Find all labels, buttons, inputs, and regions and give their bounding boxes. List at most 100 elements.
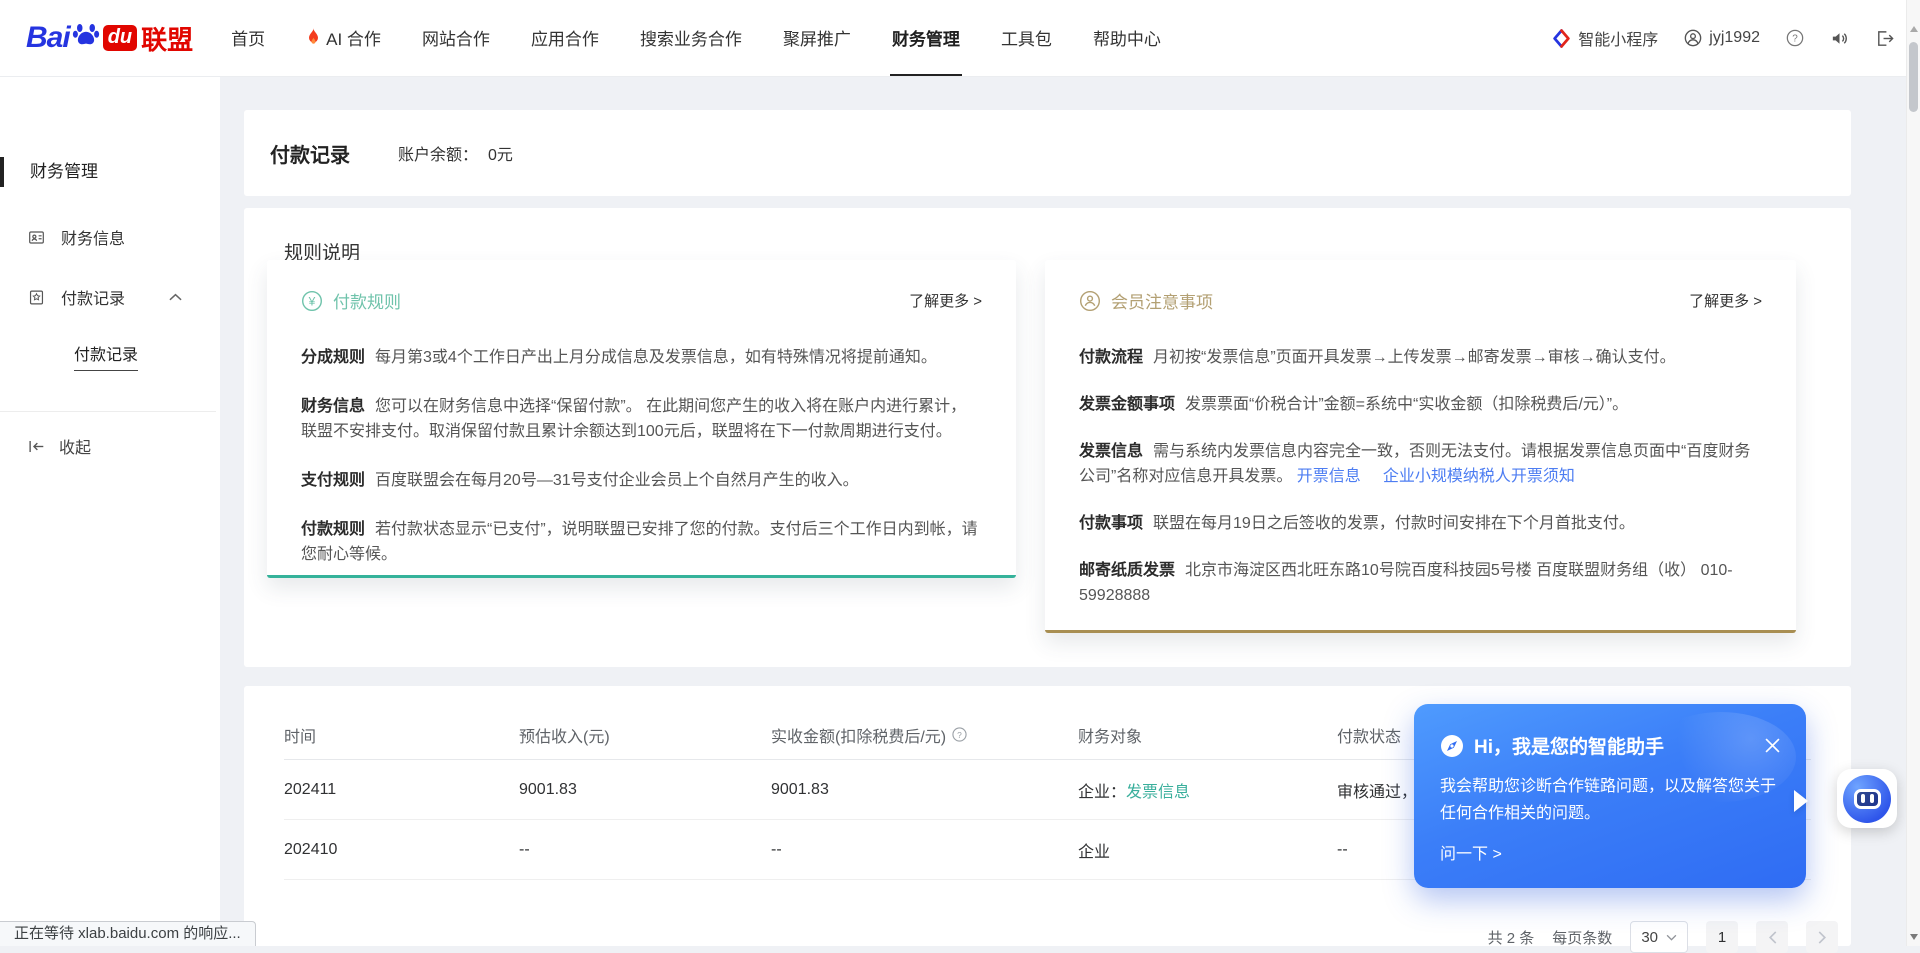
sidebar-subitem-payment-record[interactable]: 付款记录 (74, 341, 220, 365)
nav-home[interactable]: 首页 (229, 0, 267, 76)
cell-estimated: 9001.83 (519, 781, 771, 799)
popup-tail (1794, 790, 1819, 812)
balance-value: 0元 (488, 147, 513, 164)
member-notes-card: 会员注意事项 了解更多 > 付款流程月初按“发票信息”页面开具发票→上传发票→邮… (1045, 260, 1796, 633)
total-count: 共 2 条 (1488, 927, 1535, 948)
nav-search-coop[interactable]: 搜索业务合作 (638, 0, 744, 76)
nav-app-coop[interactable]: 应用合作 (529, 0, 601, 76)
svg-text:¥: ¥ (308, 294, 316, 308)
nav-finance-management[interactable]: 财务管理 (890, 0, 962, 76)
assistant-title: Hi，我是您的智能助手 (1474, 732, 1664, 759)
sidebar-item-finance-info[interactable]: 财务信息 (0, 225, 220, 249)
baidu-union-logo[interactable]: Bai du 联盟 (26, 0, 193, 76)
smart-miniprogram-entry[interactable]: 智能小程序 (1552, 26, 1658, 50)
cell-estimated: -- (519, 841, 771, 859)
payment-rule-icon: ¥ (301, 290, 323, 312)
cell-target: 企业：发票信息 (1078, 778, 1337, 802)
sidebar-item-payment-record[interactable]: 付款记录 (0, 285, 220, 309)
user-account[interactable]: jyj1992 (1684, 29, 1760, 47)
sound-icon[interactable] (1830, 29, 1849, 48)
scrollbar-thumb[interactable] (1909, 42, 1918, 112)
sidebar-collapse-button[interactable]: 收起 (0, 434, 220, 458)
smart-miniprogram-icon (1552, 29, 1571, 48)
page-title: 付款记录 (270, 139, 350, 168)
col-header-finance-target: 财务对象 (1078, 723, 1337, 747)
nav-help-center[interactable]: 帮助中心 (1091, 0, 1163, 76)
page-number-button[interactable]: 1 (1706, 921, 1738, 953)
svg-text:?: ? (957, 730, 962, 740)
invoice-info-table-link[interactable]: 发票信息 (1126, 784, 1190, 801)
rule-item: 发票信息需与系统内发票信息内容完全一致，否则无法支付。请根据发票信息页面中“百度… (1079, 439, 1762, 489)
next-page-button[interactable] (1806, 921, 1838, 953)
assistant-popup: Hi，我是您的智能助手 我会帮助您诊断合作链路问题，以及解答您关于任何合作相关的… (1414, 704, 1806, 888)
small-taxpayer-notes-link[interactable]: 企业小规模纳税人开票须知 (1383, 468, 1575, 485)
page-header-panel: 付款记录 账户余额： 0元 (244, 110, 1851, 196)
card-title: 会员注意事项 (1111, 288, 1213, 313)
sidebar: 财务管理 财务信息 付款记录 付款记录 收起 (0, 77, 220, 946)
browser-status-tooltip: 正在等待 xlab.baidu.com 的响应... (0, 921, 256, 946)
payment-record-icon (28, 289, 45, 306)
rule-item: 财务信息您可以在财务信息中选择“保留付款”。 在此期间您产生的收入将在账户内进行… (301, 394, 982, 444)
col-header-actual-amount: 实收金额(扣除税费后/元) ? (771, 723, 1078, 747)
rules-panel: 规则说明 ¥ 付款规则 了解更多 > 分成规则每月第3或4个工作日产出上月分成信… (244, 208, 1851, 667)
collapse-icon (28, 439, 45, 454)
main-nav: 首页 AI 合作 网站合作 应用合作 搜索业务合作 聚屏推广 财务管理 工具包 … (229, 0, 1163, 76)
compass-icon (1440, 734, 1464, 758)
logo-text-union: 联盟 (141, 20, 193, 57)
learn-more-link[interactable]: 了解更多 > (1689, 290, 1762, 311)
active-section-indicator (0, 157, 4, 187)
paw-icon (71, 18, 101, 48)
col-header-estimated-income: 预估收入(元) (519, 723, 771, 747)
logo-text-bai: Bai (26, 21, 70, 55)
nav-screen-promo[interactable]: 聚屏推广 (781, 0, 853, 76)
learn-more-link[interactable]: 了解更多 > (909, 290, 982, 311)
finance-info-icon (28, 229, 45, 246)
col-header-time: 时间 (284, 723, 519, 747)
rule-item: 支付规则百度联盟会在每月20号—31号支付企业会员上个自然月产生的收入。 (301, 468, 982, 493)
scrollbar[interactable] (1906, 0, 1920, 946)
rule-item: 邮寄纸质发票北京市海淀区西北旺东路10号院百度科技园5号楼 百度联盟财务组（收）… (1079, 558, 1762, 608)
chevron-up-icon[interactable] (169, 293, 182, 301)
rules-section-title: 规则说明 (244, 208, 1851, 265)
member-notes-icon (1079, 290, 1101, 312)
cell-target: 企业 (1078, 838, 1337, 862)
chevron-down-icon (1666, 934, 1677, 941)
per-page-label: 每页条数 (1552, 927, 1612, 948)
balance-label: 账户余额： (398, 147, 478, 164)
logout-icon[interactable] (1875, 29, 1894, 48)
invoice-info-link[interactable]: 开票信息 (1297, 468, 1361, 485)
card-title: 付款规则 (333, 288, 401, 313)
rule-item: 付款事项联盟在每月19日之后签收的发票，付款时间安排在下个月首批支付。 (1079, 511, 1762, 536)
nav-website-coop[interactable]: 网站合作 (420, 0, 492, 76)
assistant-message: 我会帮助您诊断合作链路问题，以及解答您关于任何合作相关的问题。 (1440, 773, 1785, 827)
nav-ai-coop[interactable]: AI 合作 (304, 0, 383, 76)
sidebar-title: 财务管理 (0, 155, 220, 189)
help-icon[interactable]: ? (1786, 29, 1804, 47)
cell-time: 202410 (284, 841, 519, 859)
rule-item: 付款流程月初按“发票信息”页面开具发票→上传发票→邮寄发票→审核→确认支付。 (1079, 345, 1762, 370)
rule-item: 付款规则若付款状态显示“已支付”，说明联盟已安排了您的付款。支付后三个工作日内到… (301, 517, 982, 567)
scroll-down-arrow-icon[interactable] (1910, 934, 1918, 940)
sidebar-divider (0, 411, 216, 412)
cell-time: 202411 (284, 781, 519, 799)
scroll-up-arrow-icon[interactable] (1910, 26, 1918, 32)
pagination: 共 2 条 每页条数 30 1 (1488, 921, 1838, 953)
user-icon (1684, 29, 1702, 47)
close-icon[interactable] (1765, 738, 1780, 753)
payment-rules-card: ¥ 付款规则 了解更多 > 分成规则每月第3或4个工作日产出上月分成信息及发票信… (267, 260, 1016, 578)
rule-item: 分成规则每月第3或4个工作日产出上月分成信息及发票信息，如有特殊情况将提前通知。 (301, 345, 982, 370)
help-circle-icon[interactable]: ? (952, 727, 967, 742)
ask-now-link[interactable]: 问一下 > (1440, 840, 1502, 864)
account-balance: 账户余额： 0元 (398, 141, 513, 165)
svg-text:?: ? (1792, 34, 1798, 45)
logo-text-du: du (103, 25, 137, 51)
top-navbar: Bai du 联盟 首页 AI 合作 网站合作 应用合作 搜索业务合作 聚屏推广… (0, 0, 1920, 77)
nav-toolkit[interactable]: 工具包 (999, 0, 1054, 76)
cell-actual: -- (771, 841, 1078, 859)
navbar-right: 智能小程序 jyj1992 ? (1552, 0, 1894, 76)
prev-page-button[interactable] (1756, 921, 1788, 953)
flame-icon (306, 28, 321, 46)
rule-item: 发票金额事项发票票面“价税合计”金额=系统中“实收金额（扣除税费后/元）”。 (1079, 392, 1762, 417)
assistant-robot-avatar[interactable] (1837, 769, 1897, 828)
page-size-select[interactable]: 30 (1630, 921, 1688, 953)
